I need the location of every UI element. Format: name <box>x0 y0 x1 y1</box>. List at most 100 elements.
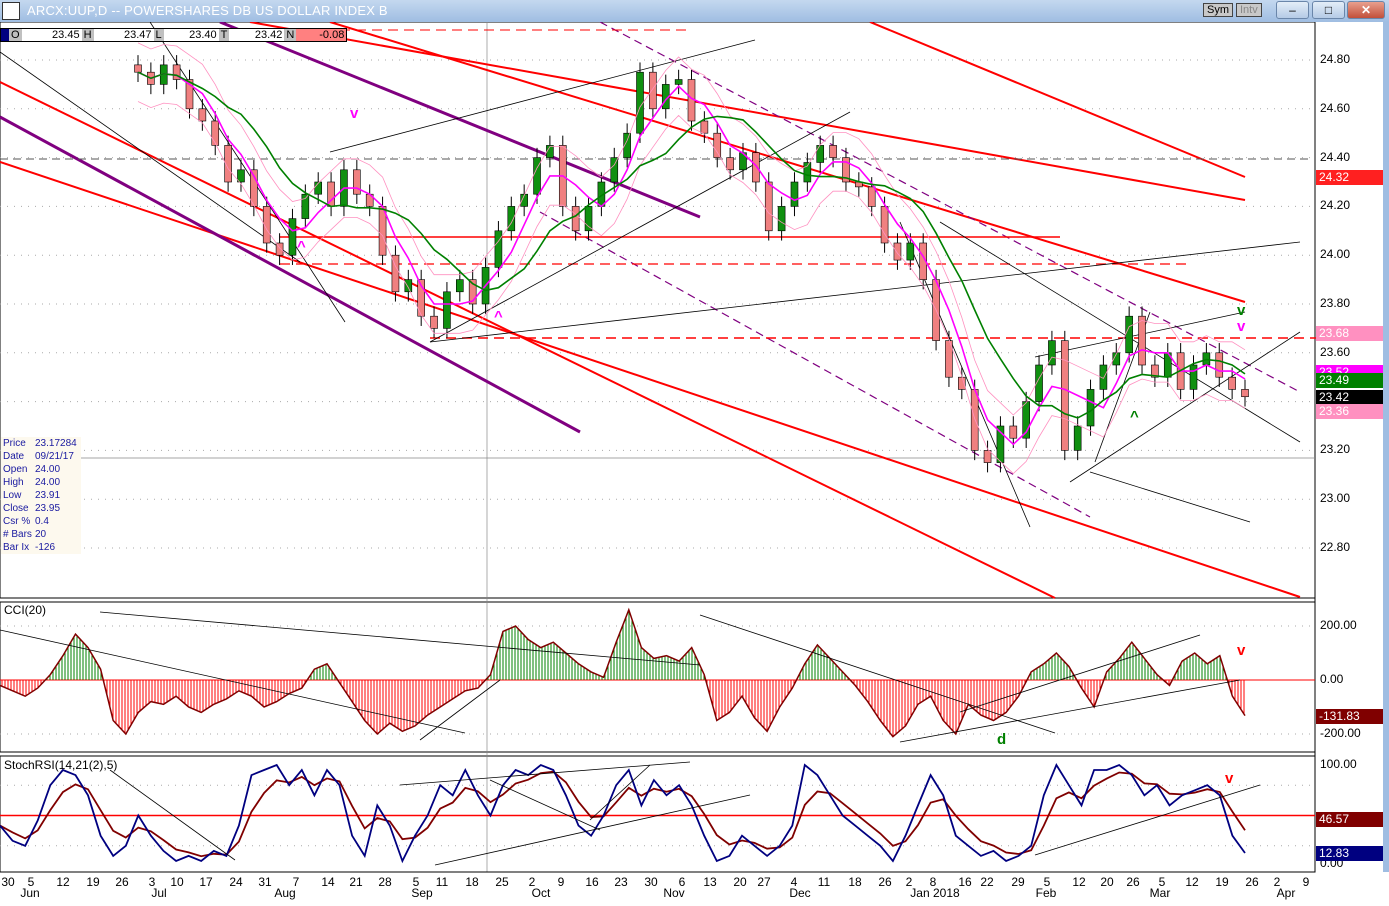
low-value: 23.40 <box>189 29 217 41</box>
date-tick-label: 27 <box>757 875 771 889</box>
minimize-button[interactable]: – <box>1276 1 1309 19</box>
info-row: Low 23.91 <box>3 489 81 502</box>
candle-up <box>443 291 451 329</box>
candle-down <box>970 389 979 451</box>
cci-title: CCI(20) <box>4 603 47 617</box>
date-tick-label: 26 <box>1245 875 1259 889</box>
info-label: # Bars <box>3 529 32 540</box>
title-bar: ARCX:UUP,D -- POWERSHARES DB US DOLLAR I… <box>0 0 1389 22</box>
cursor-info-panel: Price 23.17284 Date 09/21/17 Open 24.00 High 24… <box>1 437 81 554</box>
date-tick-label: 26 <box>1126 875 1140 889</box>
date-tick-label: 20 <box>1100 875 1114 889</box>
candle-up <box>288 218 297 256</box>
candle-down <box>867 186 876 207</box>
info-label: Price <box>3 438 26 449</box>
info-label: Csr % <box>3 516 31 527</box>
candle-up <box>816 145 825 163</box>
cci-annotation: v <box>1237 642 1246 659</box>
info-label: Open <box>3 464 28 475</box>
info-row: Date 09/21/17 <box>3 450 81 463</box>
candle-up <box>674 79 683 85</box>
candle-up <box>906 242 915 261</box>
candle-down <box>134 64 142 73</box>
candle-down <box>430 315 438 329</box>
candle-up <box>494 230 503 268</box>
candle-up <box>533 157 541 195</box>
candle-down <box>1228 376 1236 390</box>
candle-down <box>829 145 837 158</box>
price-axis-label: 23.00 <box>1320 491 1351 506</box>
price-axis-label: 24.60 <box>1320 100 1351 115</box>
date-tick-label: 11 <box>435 875 449 889</box>
info-row: Price 23.17284 <box>3 437 81 450</box>
candle-down <box>764 181 773 232</box>
date-tick-label: 29 <box>1011 875 1025 889</box>
signal-annotation: v <box>1237 302 1246 319</box>
date-tick-label: 30 <box>1 875 15 889</box>
date-tick-label: 10 <box>170 875 184 889</box>
stoch-d-badge: 46.57 <box>1316 811 1383 827</box>
change-value: -0.08 <box>296 29 347 41</box>
date-tick-label: 30 <box>644 875 658 889</box>
date-tick-label: 14 <box>321 875 335 889</box>
candle-down <box>353 169 361 195</box>
maximize-button[interactable]: □ <box>1312 1 1345 19</box>
cci-axis-label: 0.00 <box>1320 672 1344 686</box>
open-value: 23.45 <box>52 29 80 41</box>
candle-down <box>649 71 657 110</box>
info-row: Bar Ix -126 <box>3 541 81 554</box>
month-label: Apr <box>1276 886 1296 900</box>
month-label: Jul <box>151 886 167 900</box>
intv-button[interactable]: Intv <box>1236 3 1262 17</box>
price-axis-label: 24.80 <box>1320 52 1351 66</box>
month-label: Feb <box>1035 886 1057 900</box>
sym-button[interactable]: Sym <box>1203 3 1233 17</box>
info-value: 20 <box>35 529 47 540</box>
price-panel <box>0 22 1316 599</box>
candle-up <box>610 157 619 183</box>
high-label: H <box>81 29 94 41</box>
price-level-badge: 23.36 <box>1316 404 1383 420</box>
candle-up <box>790 181 799 207</box>
info-label: Low <box>3 490 22 501</box>
date-tick-label: 26 <box>878 875 892 889</box>
info-value: 23.95 <box>35 503 61 514</box>
candle-up <box>777 206 786 232</box>
right-scroll-strip <box>1383 22 1389 872</box>
info-label: Bar Ix <box>3 542 30 553</box>
stoch-k-badge: 12.83 <box>1316 846 1383 862</box>
date-tick-label: 13 <box>703 875 717 889</box>
candle-down <box>1241 389 1249 398</box>
date-tick-label: 28 <box>378 875 392 889</box>
price-axis-label: 23.80 <box>1320 296 1351 310</box>
month-label: Nov <box>663 886 685 900</box>
cci-axis-label: 200.00 <box>1320 618 1357 632</box>
candle-down <box>1060 340 1069 451</box>
last-value: 23.42 <box>254 29 283 41</box>
candle-up <box>314 181 323 195</box>
info-label: Close <box>3 503 29 514</box>
price-axis-label: 23.20 <box>1320 442 1351 457</box>
price-axis-label: 22.80 <box>1320 540 1351 554</box>
info-row: Close 23.95 <box>3 502 81 515</box>
close-button[interactable]: ✕ <box>1347 1 1385 19</box>
candle-down <box>571 206 580 232</box>
date-tick-label: 9 <box>1302 875 1310 889</box>
date-tick-label: 25 <box>495 875 509 889</box>
window-title: ARCX:UUP,D -- POWERSHARES DB US DOLLAR I… <box>27 3 388 18</box>
month-label: Aug <box>274 886 296 900</box>
chart-canvas[interactable] <box>0 22 1389 906</box>
date-tick-label: 31 <box>258 875 272 889</box>
candle-down <box>1138 315 1146 366</box>
cci-value-badge: -131.83 <box>1316 708 1383 724</box>
stoch-axis-label: 100.00 <box>1320 757 1357 771</box>
chart-app-icon <box>2 2 20 20</box>
price-level-badge: 23.68 <box>1316 326 1383 342</box>
info-value: 23.91 <box>35 490 61 501</box>
candle-down <box>198 108 207 122</box>
price-level-badge: 23.49 <box>1316 372 1383 388</box>
signal-annotation: v <box>1237 318 1246 335</box>
candle-up <box>237 169 245 183</box>
ohlc-strip: O 23.45 H 23.47 L 23.40 T 23.42 N -0.08 <box>0 28 348 42</box>
price-axis-label: 23.60 <box>1320 344 1351 359</box>
